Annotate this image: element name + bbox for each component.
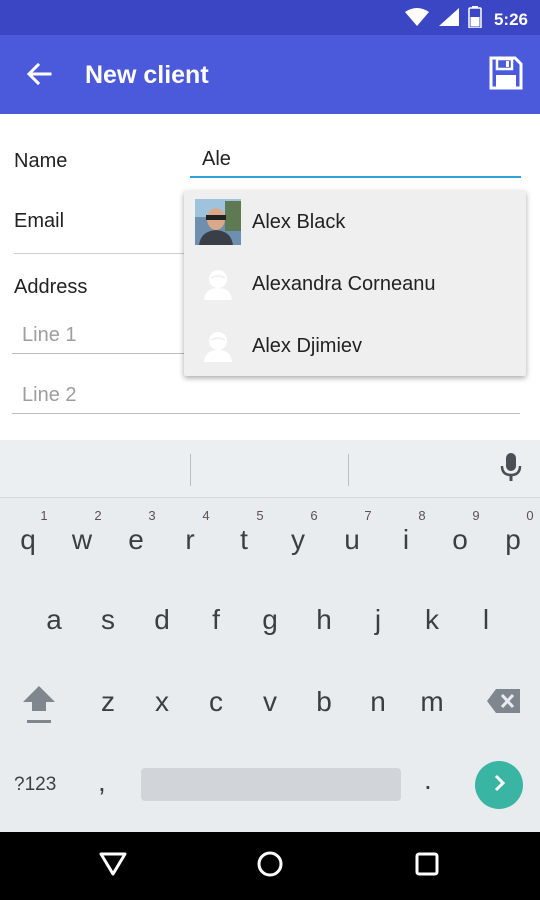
key-z[interactable]: z	[81, 686, 135, 718]
autocomplete-item[interactable]: Alexandra Corneanu	[184, 253, 526, 315]
key-j[interactable]: j	[351, 604, 405, 636]
app-bar: New client	[0, 35, 540, 114]
address-line2-input[interactable]: Line 2	[22, 384, 77, 407]
arrow-back-icon	[26, 62, 52, 91]
key-hint: 8	[418, 508, 426, 523]
key-w[interactable]: w	[55, 524, 109, 556]
key-l[interactable]: l	[459, 604, 513, 636]
autocomplete-item-label: Alex Black	[252, 210, 346, 233]
default-person-icon	[195, 261, 241, 307]
back-triangle-icon	[98, 851, 128, 882]
nav-recents-button[interactable]	[411, 850, 443, 882]
enter-key[interactable]	[475, 761, 523, 809]
autocomplete-item-label: Alexandra Corneanu	[252, 272, 436, 295]
save-button[interactable]	[486, 55, 526, 95]
nav-home-button[interactable]	[254, 850, 286, 882]
name-label: Name	[14, 150, 68, 172]
key-o[interactable]: o	[433, 524, 487, 556]
shift-key[interactable]	[17, 682, 61, 732]
key-b[interactable]: b	[297, 686, 351, 718]
system-nav-bar	[0, 832, 540, 900]
key-hint: 4	[202, 508, 210, 523]
key-t[interactable]: t	[217, 524, 271, 556]
address-label: Address	[14, 276, 88, 298]
mic-button[interactable]	[496, 452, 526, 486]
key-hint: 1	[40, 508, 48, 523]
key-n[interactable]: n	[351, 686, 405, 718]
key-v[interactable]: v	[243, 686, 297, 718]
key-a[interactable]: a	[27, 604, 81, 636]
key-g[interactable]: g	[243, 604, 297, 636]
battery-icon	[468, 6, 482, 33]
symbols-key[interactable]: ?123	[14, 774, 56, 796]
key-f[interactable]: f	[189, 604, 243, 636]
page-title: New client	[85, 61, 209, 89]
shift-icon	[21, 683, 57, 732]
key-u[interactable]: u	[325, 524, 379, 556]
key-h[interactable]: h	[297, 604, 351, 636]
key-c[interactable]: c	[189, 686, 243, 718]
key-i[interactable]: i	[379, 524, 433, 556]
suggestion-divider	[190, 454, 191, 486]
autocomplete-item[interactable]: Alex Black	[184, 191, 526, 253]
key-hint: 3	[148, 508, 156, 523]
comma-key[interactable]: ,	[98, 766, 106, 798]
key-p[interactable]: p	[486, 524, 540, 556]
line1-underline	[12, 353, 187, 354]
status-bar: 5:26	[0, 0, 540, 35]
key-hint: 0	[526, 508, 534, 523]
key-hint: 9	[472, 508, 480, 523]
back-button[interactable]	[22, 59, 56, 93]
default-person-icon	[195, 323, 241, 369]
backspace-key[interactable]	[484, 688, 524, 718]
key-q[interactable]: q	[1, 524, 55, 556]
autocomplete-item-label: Alex Djimiev	[252, 334, 363, 357]
nav-back-button[interactable]	[97, 850, 129, 882]
key-k[interactable]: k	[405, 604, 459, 636]
key-hint: 7	[364, 508, 372, 523]
key-hint: 5	[256, 508, 264, 523]
autocomplete-dropdown: Alex Black Alexandra Corneanu Alex Djimi…	[184, 191, 526, 376]
status-icons: 5:26	[404, 6, 528, 33]
name-input-underline	[190, 176, 521, 178]
signal-icon	[438, 7, 460, 32]
key-x[interactable]: x	[135, 686, 189, 718]
photo-avatar	[195, 199, 241, 245]
period-key[interactable]: .	[424, 764, 432, 796]
key-r[interactable]: r	[163, 524, 217, 556]
email-label: Email	[14, 210, 65, 232]
name-input[interactable]: Ale	[202, 148, 231, 171]
key-m[interactable]: m	[405, 686, 459, 718]
enter-arrow-icon	[490, 773, 508, 798]
space-key[interactable]	[141, 768, 401, 801]
key-hint: 6	[310, 508, 318, 523]
key-d[interactable]: d	[135, 604, 189, 636]
soft-keyboard: 1 2 3 4 5 6 7 8 9 0 q w e r t y u i o p …	[0, 440, 540, 832]
line2-underline	[12, 413, 520, 414]
address-line1-input[interactable]: Line 1	[22, 324, 77, 347]
wifi-icon	[404, 7, 430, 32]
suggestion-divider	[348, 454, 349, 486]
mic-icon	[500, 452, 522, 487]
home-circle-icon	[256, 850, 284, 883]
recents-square-icon	[414, 851, 440, 882]
key-e[interactable]: e	[109, 524, 163, 556]
suggestion-bar	[0, 440, 540, 498]
key-s[interactable]: s	[81, 604, 135, 636]
backspace-icon	[486, 688, 522, 719]
floppy-disk-icon	[489, 56, 523, 95]
status-time: 5:26	[493, 9, 528, 29]
autocomplete-item[interactable]: Alex Djimiev	[184, 315, 526, 377]
key-hint: 2	[94, 508, 102, 523]
key-y[interactable]: y	[271, 524, 325, 556]
